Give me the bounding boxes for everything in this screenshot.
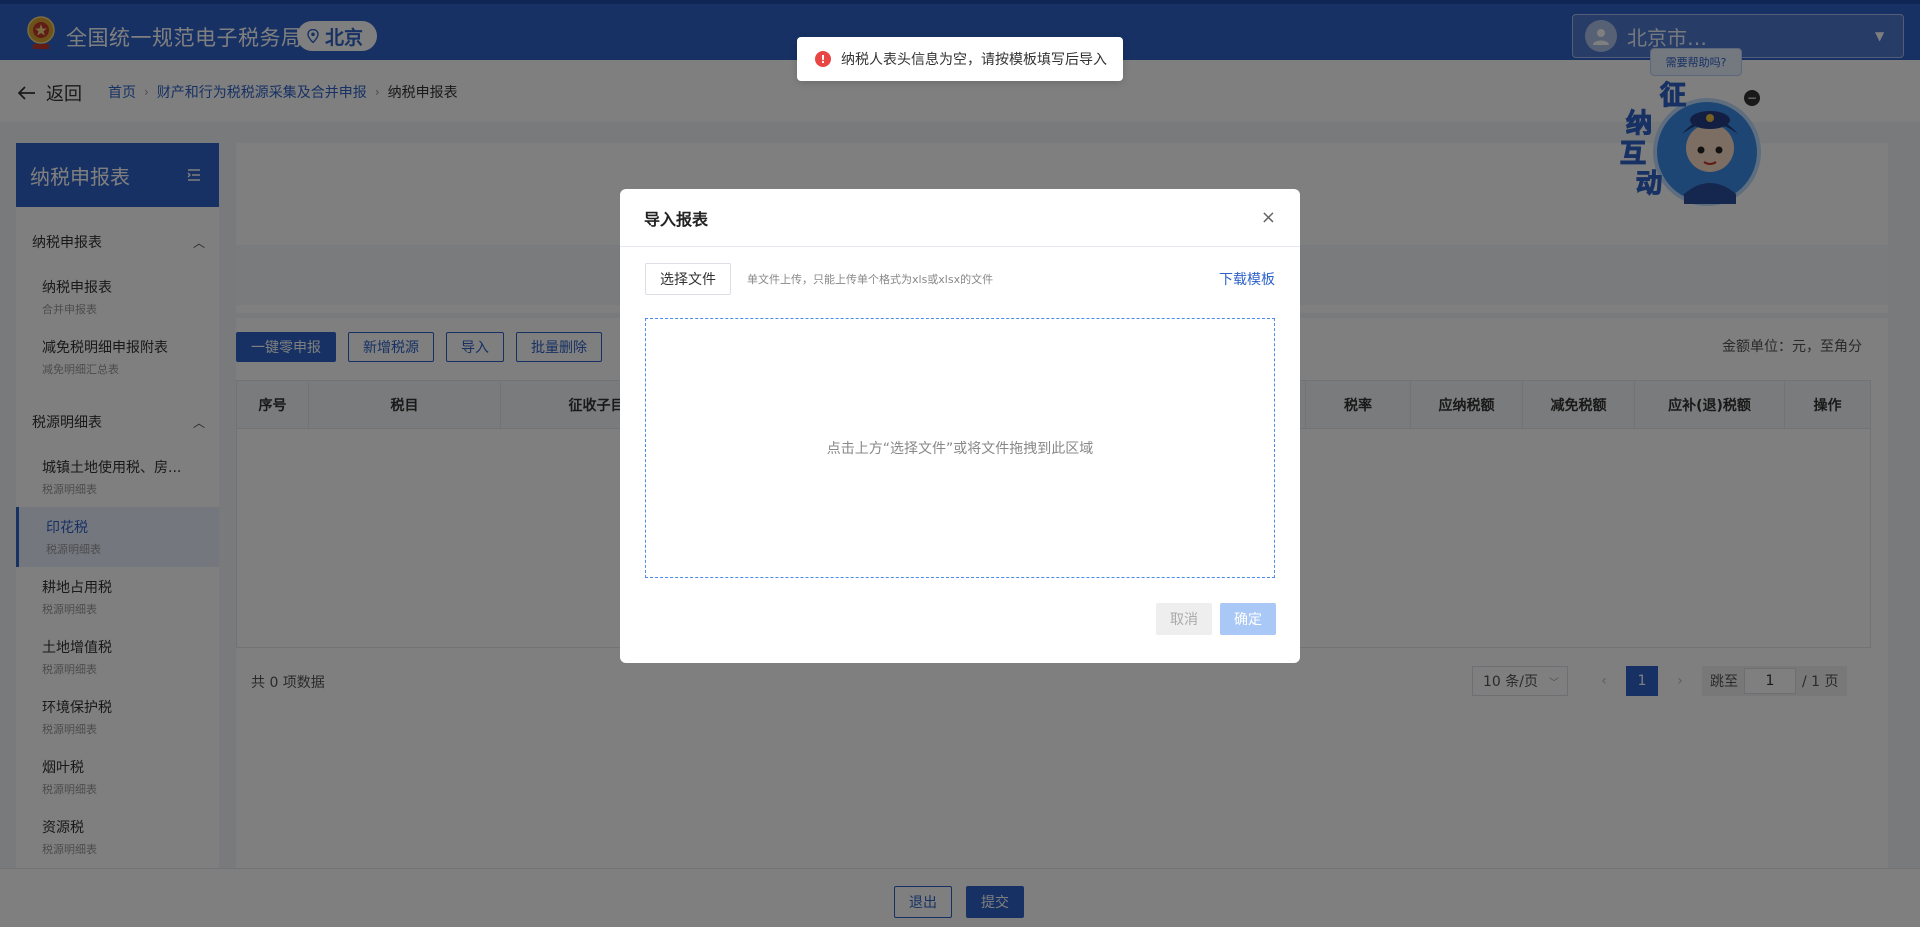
- confirm-button[interactable]: 确定: [1220, 603, 1276, 635]
- file-select-row: 选择文件 单文件上传，只能上传单个格式为xls或xlsx的文件 下载模板: [645, 263, 1275, 295]
- download-template-link[interactable]: 下载模板: [1219, 269, 1275, 289]
- import-report-dialog: 导入报表 × 选择文件 单文件上传，只能上传单个格式为xls或xlsx的文件 下…: [620, 189, 1300, 663]
- cancel-button[interactable]: 取消: [1156, 603, 1212, 635]
- file-dropzone[interactable]: 点击上方“选择文件”或将文件拖拽到此区域: [645, 318, 1275, 578]
- dialog-actions: 取消 确定: [1156, 603, 1276, 635]
- close-icon[interactable]: ×: [1261, 207, 1276, 228]
- error-toast: ! 纳税人表头信息为空，请按模板填写后导入: [797, 37, 1123, 81]
- toast-message: 纳税人表头信息为空，请按模板填写后导入: [841, 52, 1107, 68]
- choose-file-button[interactable]: 选择文件: [645, 263, 731, 295]
- error-icon: !: [815, 51, 831, 67]
- dialog-title: 导入报表: [644, 209, 709, 229]
- dropzone-text: 点击上方“选择文件”或将文件拖拽到此区域: [826, 441, 1094, 457]
- file-upload-hint: 单文件上传，只能上传单个格式为xls或xlsx的文件: [747, 273, 994, 286]
- dialog-header: 导入报表 ×: [620, 189, 1300, 247]
